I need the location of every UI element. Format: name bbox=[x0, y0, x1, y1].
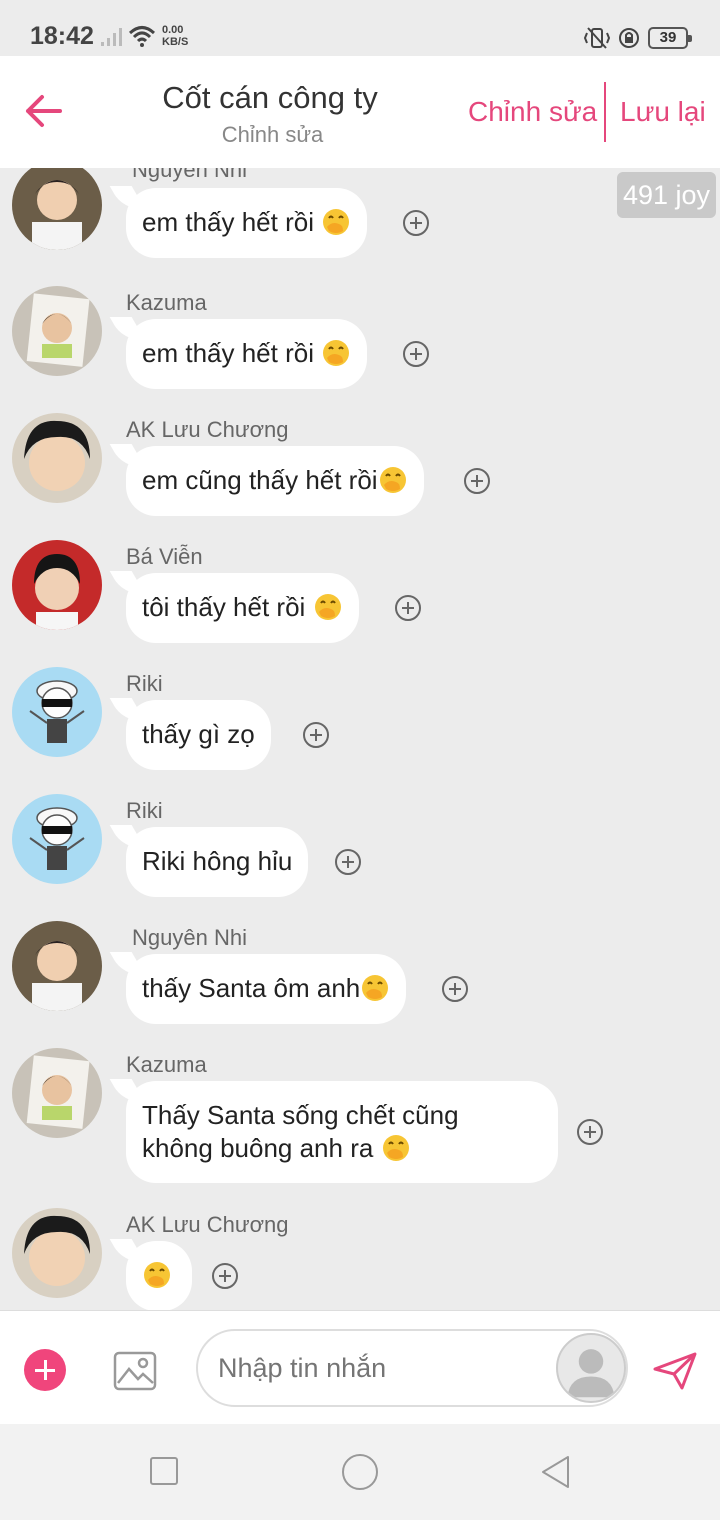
speed-value: 0.00 bbox=[162, 24, 184, 36]
plus-icon[interactable] bbox=[24, 1349, 66, 1391]
message-text: em thấy hết rồi bbox=[142, 207, 322, 237]
avatar[interactable] bbox=[12, 794, 102, 884]
avatar[interactable] bbox=[12, 1048, 102, 1138]
back-triangle-icon[interactable] bbox=[538, 1454, 574, 1490]
message-text: em cũng thấy hết rồi bbox=[142, 465, 378, 495]
page-title: Cốt cán công ty bbox=[162, 80, 378, 115]
hand-over-mouth-emoji-icon bbox=[362, 975, 389, 1001]
header-divider bbox=[604, 82, 606, 142]
add-reaction-icon[interactable] bbox=[403, 210, 429, 236]
sender-name: Bá Viễn bbox=[126, 544, 203, 569]
rotation-lock-icon bbox=[619, 28, 639, 48]
status-time: 18:42 bbox=[30, 22, 94, 50]
paper-plane-icon[interactable] bbox=[652, 1351, 698, 1391]
avatar[interactable] bbox=[12, 286, 102, 376]
speed-unit: KB/S bbox=[162, 36, 189, 48]
hand-over-mouth-emoji-icon bbox=[323, 209, 350, 235]
add-reaction-icon[interactable] bbox=[303, 722, 329, 748]
recent-apps-icon[interactable] bbox=[150, 1457, 178, 1485]
arrow-left-icon[interactable] bbox=[22, 86, 66, 136]
avatar[interactable] bbox=[12, 413, 102, 503]
add-reaction-icon[interactable] bbox=[395, 595, 421, 621]
sender-name: Riki bbox=[126, 798, 163, 823]
message-text: tôi thấy hết rồi bbox=[142, 592, 313, 622]
hand-over-mouth-emoji-icon bbox=[379, 467, 406, 493]
message-bubble[interactable]: Thấy Santa sống chết cũng không buông an… bbox=[126, 1081, 558, 1183]
add-reaction-icon[interactable] bbox=[403, 341, 429, 367]
sender-name: Kazuma bbox=[126, 1052, 207, 1077]
network-speed: 0.00 KB/S bbox=[162, 24, 188, 48]
add-reaction-icon[interactable] bbox=[464, 468, 490, 494]
message-bubble[interactable] bbox=[126, 1241, 192, 1310]
avatar[interactable] bbox=[12, 168, 102, 250]
hand-over-mouth-emoji-icon bbox=[144, 1262, 170, 1288]
message-text: thấy gì zọ bbox=[142, 719, 255, 749]
message-bubble[interactable]: tôi thấy hết rồi bbox=[126, 573, 359, 643]
status-bar: 18:42 0.00 KB/S 39 bbox=[0, 0, 720, 56]
add-reaction-icon[interactable] bbox=[577, 1119, 603, 1145]
avatar[interactable] bbox=[12, 667, 102, 757]
sender-name: Nguyên Nhi bbox=[132, 168, 247, 182]
message-bubble[interactable]: Riki hông hỉu bbox=[126, 827, 309, 897]
sender-name: Nguyên Nhi bbox=[132, 925, 247, 950]
message-bubble[interactable]: thấy Santa ôm anh bbox=[126, 954, 407, 1024]
profile-placeholder-icon[interactable] bbox=[556, 1333, 626, 1403]
signal-icon bbox=[101, 28, 122, 46]
message-bubble[interactable]: em thấy hết rồi bbox=[126, 319, 368, 389]
edit-button[interactable]: Chỉnh sửa bbox=[468, 96, 597, 128]
sender-name: AK Lưu Chương bbox=[126, 417, 289, 442]
message-text: em thấy hết rồi bbox=[142, 338, 322, 368]
message-text: thấy Santa ôm anh bbox=[142, 973, 361, 1003]
joy-badge: 491 joy bbox=[617, 172, 716, 218]
message-bubble[interactable]: em cũng thấy hết rồi bbox=[126, 446, 424, 516]
message-text-line: không buông anh ra bbox=[142, 1133, 381, 1163]
image-icon[interactable] bbox=[113, 1349, 157, 1393]
home-icon[interactable] bbox=[342, 1454, 378, 1490]
compose-bar bbox=[0, 1310, 720, 1424]
hand-over-mouth-emoji-icon bbox=[323, 340, 350, 366]
page-subtitle: Chỉnh sửa bbox=[221, 122, 324, 147]
message-text: Riki hông hỉu bbox=[142, 846, 293, 876]
add-reaction-icon[interactable] bbox=[212, 1263, 238, 1289]
message-text-line: Thấy Santa sống chết cũng bbox=[142, 1100, 459, 1130]
wifi-icon bbox=[128, 26, 156, 47]
add-reaction-icon[interactable] bbox=[335, 849, 361, 875]
vibrate-icon bbox=[583, 27, 611, 49]
avatar[interactable] bbox=[12, 540, 102, 630]
sender-name: Riki bbox=[126, 671, 163, 696]
sender-name: Kazuma bbox=[126, 290, 207, 315]
hand-over-mouth-emoji-icon bbox=[382, 1135, 409, 1161]
sender-name: AK Lưu Chương bbox=[126, 1212, 289, 1237]
battery-indicator: 39 bbox=[648, 27, 692, 49]
save-button[interactable]: Lưu lại bbox=[620, 96, 706, 128]
avatar[interactable] bbox=[12, 921, 102, 1011]
add-reaction-icon[interactable] bbox=[442, 976, 468, 1002]
system-navigation-bar bbox=[0, 1424, 720, 1520]
message-bubble[interactable]: thấy gì zọ bbox=[126, 700, 271, 770]
chat-header: Cốt cán công ty Chỉnh sửa Chỉnh sửa Lưu … bbox=[0, 56, 720, 168]
message-bubble[interactable]: em thấy hết rồi bbox=[126, 188, 368, 258]
message-list[interactable]: Nguyên Nhi em thấy hết rồi Kazuma em thấ… bbox=[0, 168, 720, 1310]
avatar[interactable] bbox=[12, 1208, 102, 1298]
hand-over-mouth-emoji-icon bbox=[314, 594, 341, 620]
